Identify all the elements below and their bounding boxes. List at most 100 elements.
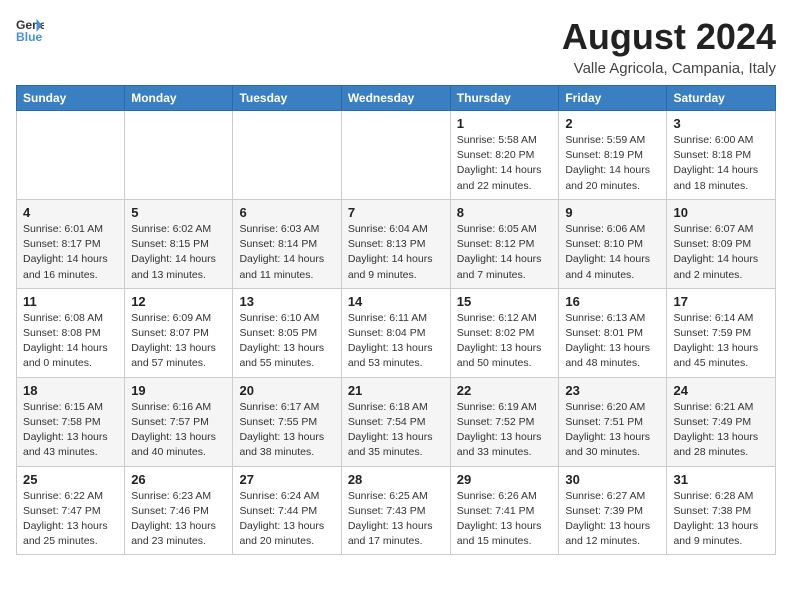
day-cell: 5 Sunrise: 6:02 AM Sunset: 8:15 PM Daylig… xyxy=(125,199,233,288)
day-cell xyxy=(125,111,233,200)
day-info: Sunrise: 5:58 AM Sunset: 8:20 PM Dayligh… xyxy=(457,133,553,194)
day-info: Sunrise: 5:59 AM Sunset: 8:19 PM Dayligh… xyxy=(565,133,660,194)
day-cell: 13 Sunrise: 6:10 AM Sunset: 8:05 PM Dayli… xyxy=(233,288,341,377)
location-title: Valle Agricola, Campania, Italy xyxy=(562,60,776,77)
day-info: Sunrise: 6:05 AM Sunset: 8:12 PM Dayligh… xyxy=(457,222,553,283)
week-row-4: 18 Sunrise: 6:15 AM Sunset: 7:58 PM Dayli… xyxy=(17,377,776,466)
day-cell: 9 Sunrise: 6:06 AM Sunset: 8:10 PM Daylig… xyxy=(559,199,667,288)
day-number: 21 xyxy=(348,383,444,398)
month-title: August 2024 xyxy=(562,16,776,58)
col-header-sunday: Sunday xyxy=(17,86,125,111)
day-number: 10 xyxy=(673,205,769,220)
day-info: Sunrise: 6:27 AM Sunset: 7:39 PM Dayligh… xyxy=(565,489,660,550)
day-number: 13 xyxy=(239,294,334,309)
day-cell: 31 Sunrise: 6:28 AM Sunset: 7:38 PM Dayli… xyxy=(667,466,776,555)
day-info: Sunrise: 6:21 AM Sunset: 7:49 PM Dayligh… xyxy=(673,400,769,461)
day-number: 16 xyxy=(565,294,660,309)
day-cell: 25 Sunrise: 6:22 AM Sunset: 7:47 PM Dayli… xyxy=(17,466,125,555)
day-number: 25 xyxy=(23,472,118,487)
day-cell: 3Sunrise: 6:00 AM Sunset: 8:18 PM Daylig… xyxy=(667,111,776,200)
day-cell: 22 Sunrise: 6:19 AM Sunset: 7:52 PM Dayli… xyxy=(450,377,559,466)
day-number: 26 xyxy=(131,472,226,487)
day-cell: 2 Sunrise: 5:59 AM Sunset: 8:19 PM Daylig… xyxy=(559,111,667,200)
calendar-header-row: SundayMondayTuesdayWednesdayThursdayFrid… xyxy=(17,86,776,111)
title-area: August 2024 Valle Agricola, Campania, It… xyxy=(562,16,776,77)
day-number: 1 xyxy=(457,116,553,131)
week-row-2: 4 Sunrise: 6:01 AM Sunset: 8:17 PM Daylig… xyxy=(17,199,776,288)
day-cell: 11 Sunrise: 6:08 AM Sunset: 8:08 PM Dayli… xyxy=(17,288,125,377)
day-info: Sunrise: 6:08 AM Sunset: 8:08 PM Dayligh… xyxy=(23,311,118,372)
day-number: 6 xyxy=(239,205,334,220)
week-row-3: 11 Sunrise: 6:08 AM Sunset: 8:08 PM Dayli… xyxy=(17,288,776,377)
week-row-1: 1 Sunrise: 5:58 AM Sunset: 8:20 PM Daylig… xyxy=(17,111,776,200)
day-info: Sunrise: 6:28 AM Sunset: 7:38 PM Dayligh… xyxy=(673,489,769,550)
day-number: 9 xyxy=(565,205,660,220)
week-row-5: 25 Sunrise: 6:22 AM Sunset: 7:47 PM Dayli… xyxy=(17,466,776,555)
day-cell: 18 Sunrise: 6:15 AM Sunset: 7:58 PM Dayli… xyxy=(17,377,125,466)
logo-icon: General Blue xyxy=(16,16,44,44)
day-info: Sunrise: 6:15 AM Sunset: 7:58 PM Dayligh… xyxy=(23,400,118,461)
day-info: Sunrise: 6:20 AM Sunset: 7:51 PM Dayligh… xyxy=(565,400,660,461)
day-cell: 24 Sunrise: 6:21 AM Sunset: 7:49 PM Dayli… xyxy=(667,377,776,466)
day-info: Sunrise: 6:19 AM Sunset: 7:52 PM Dayligh… xyxy=(457,400,553,461)
day-info: Sunrise: 6:13 AM Sunset: 8:01 PM Dayligh… xyxy=(565,311,660,372)
day-number: 7 xyxy=(348,205,444,220)
day-info: Sunrise: 6:14 AM Sunset: 7:59 PM Dayligh… xyxy=(673,311,769,372)
day-info: Sunrise: 6:07 AM Sunset: 8:09 PM Dayligh… xyxy=(673,222,769,283)
day-cell: 29 Sunrise: 6:26 AM Sunset: 7:41 PM Dayli… xyxy=(450,466,559,555)
day-number: 15 xyxy=(457,294,553,309)
day-number: 5 xyxy=(131,205,226,220)
day-info: Sunrise: 6:22 AM Sunset: 7:47 PM Dayligh… xyxy=(23,489,118,550)
day-info: Sunrise: 6:10 AM Sunset: 8:05 PM Dayligh… xyxy=(239,311,334,372)
day-info: Sunrise: 6:06 AM Sunset: 8:10 PM Dayligh… xyxy=(565,222,660,283)
day-number: 11 xyxy=(23,294,118,309)
day-cell xyxy=(341,111,450,200)
day-info: Sunrise: 6:17 AM Sunset: 7:55 PM Dayligh… xyxy=(239,400,334,461)
day-cell: 7Sunrise: 6:04 AM Sunset: 8:13 PM Daylig… xyxy=(341,199,450,288)
day-number: 19 xyxy=(131,383,226,398)
day-info: Sunrise: 6:24 AM Sunset: 7:44 PM Dayligh… xyxy=(239,489,334,550)
logo: General Blue xyxy=(16,16,44,44)
day-cell xyxy=(233,111,341,200)
col-header-tuesday: Tuesday xyxy=(233,86,341,111)
col-header-friday: Friday xyxy=(559,86,667,111)
calendar-body: 1 Sunrise: 5:58 AM Sunset: 8:20 PM Daylig… xyxy=(17,111,776,555)
day-cell: 12 Sunrise: 6:09 AM Sunset: 8:07 PM Dayli… xyxy=(125,288,233,377)
day-cell: 17Sunrise: 6:14 AM Sunset: 7:59 PM Dayli… xyxy=(667,288,776,377)
day-cell: 23 Sunrise: 6:20 AM Sunset: 7:51 PM Dayli… xyxy=(559,377,667,466)
day-info: Sunrise: 6:26 AM Sunset: 7:41 PM Dayligh… xyxy=(457,489,553,550)
day-number: 12 xyxy=(131,294,226,309)
day-number: 24 xyxy=(673,383,769,398)
day-number: 22 xyxy=(457,383,553,398)
day-cell: 10 Sunrise: 6:07 AM Sunset: 8:09 PM Dayli… xyxy=(667,199,776,288)
day-number: 23 xyxy=(565,383,660,398)
svg-text:Blue: Blue xyxy=(16,30,43,44)
day-number: 27 xyxy=(239,472,334,487)
day-cell: 26Sunrise: 6:23 AM Sunset: 7:46 PM Dayli… xyxy=(125,466,233,555)
day-cell: 15 Sunrise: 6:12 AM Sunset: 8:02 PM Dayli… xyxy=(450,288,559,377)
day-info: Sunrise: 6:09 AM Sunset: 8:07 PM Dayligh… xyxy=(131,311,226,372)
calendar-table: SundayMondayTuesdayWednesdayThursdayFrid… xyxy=(16,85,776,555)
day-number: 4 xyxy=(23,205,118,220)
day-info: Sunrise: 6:12 AM Sunset: 8:02 PM Dayligh… xyxy=(457,311,553,372)
day-info: Sunrise: 6:18 AM Sunset: 7:54 PM Dayligh… xyxy=(348,400,444,461)
header: General Blue August 2024 Valle Agricola,… xyxy=(16,16,776,77)
day-number: 30 xyxy=(565,472,660,487)
col-header-thursday: Thursday xyxy=(450,86,559,111)
day-info: Sunrise: 6:02 AM Sunset: 8:15 PM Dayligh… xyxy=(131,222,226,283)
day-cell: 16 Sunrise: 6:13 AM Sunset: 8:01 PM Dayli… xyxy=(559,288,667,377)
col-header-saturday: Saturday xyxy=(667,86,776,111)
day-info: Sunrise: 6:16 AM Sunset: 7:57 PM Dayligh… xyxy=(131,400,226,461)
day-cell: 20Sunrise: 6:17 AM Sunset: 7:55 PM Dayli… xyxy=(233,377,341,466)
day-info: Sunrise: 6:25 AM Sunset: 7:43 PM Dayligh… xyxy=(348,489,444,550)
day-cell: 19 Sunrise: 6:16 AM Sunset: 7:57 PM Dayli… xyxy=(125,377,233,466)
day-number: 29 xyxy=(457,472,553,487)
day-number: 28 xyxy=(348,472,444,487)
day-number: 18 xyxy=(23,383,118,398)
day-cell: 21 Sunrise: 6:18 AM Sunset: 7:54 PM Dayli… xyxy=(341,377,450,466)
day-info: Sunrise: 6:01 AM Sunset: 8:17 PM Dayligh… xyxy=(23,222,118,283)
day-cell xyxy=(17,111,125,200)
col-header-monday: Monday xyxy=(125,86,233,111)
day-number: 31 xyxy=(673,472,769,487)
day-number: 2 xyxy=(565,116,660,131)
